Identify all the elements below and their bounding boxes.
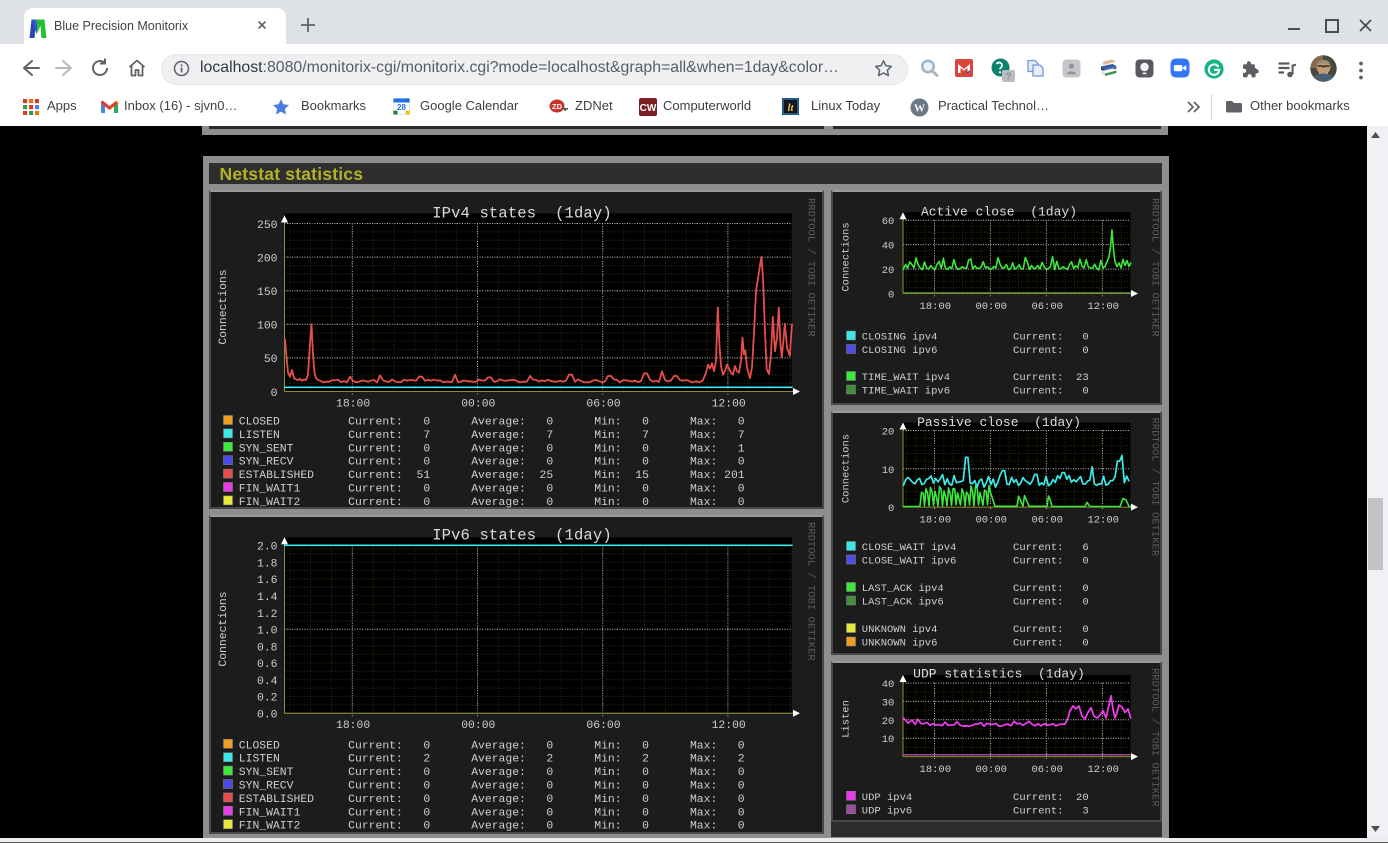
svg-text:200: 200: [257, 253, 278, 265]
svg-text:UDP ipv6 Curren: UDP ipv6 Current: 3: [862, 805, 1089, 817]
svg-text:1.0: 1.0: [257, 626, 278, 638]
svg-text:RRDTOOL / TOBI OETIKER: RRDTOOL / TOBI OETIKER: [805, 198, 817, 337]
svg-text:UNKNOWN ipv4 Curren: UNKNOWN ipv4 Current: 0: [862, 624, 1089, 636]
svg-text:20: 20: [882, 265, 895, 277]
svg-text:40: 40: [882, 679, 895, 691]
svg-text:0.0: 0.0: [257, 710, 278, 722]
svg-text:LAST_ACK ipv4 Curren: LAST_ACK ipv4 Current: 0: [862, 583, 1089, 595]
svg-text:12:00: 12:00: [1087, 764, 1119, 776]
svg-text:IPv6 states (1day): IPv6 states (1day): [432, 527, 612, 545]
svg-text:ESTABLISHED Current: 0: ESTABLISHED Current: 0 Average: 0 Min: 0…: [239, 794, 745, 806]
svg-text:12:00: 12:00: [1087, 514, 1119, 526]
svg-text:UDP ipv4 Curren: UDP ipv4 Current: 20: [862, 792, 1089, 804]
svg-text:18:00: 18:00: [920, 764, 952, 776]
svg-text:00:00: 00:00: [975, 301, 1007, 313]
svg-text:RRDTOOL / TOBI OETIKER: RRDTOOL / TOBI OETIKER: [805, 522, 817, 661]
svg-text:0: 0: [888, 290, 894, 302]
svg-text:LISTEN Current: 7: LISTEN Current: 7 Average: 7 Min: 7 Max:…: [239, 430, 745, 442]
svg-text:CLOSED Current: 0: CLOSED Current: 0 Average: 0 Min: 0 Max:…: [239, 740, 745, 752]
svg-text:UNKNOWN ipv6 Curren: UNKNOWN ipv6 Current: 0: [862, 637, 1089, 649]
svg-text:FIN_WAIT1 Current: 0: FIN_WAIT1 Current: 0 Average: 0 Min: 0 M…: [239, 484, 745, 496]
svg-text:ZD: ZD: [552, 102, 563, 111]
svg-text:06:00: 06:00: [1031, 514, 1063, 526]
svg-text:2.0: 2.0: [257, 542, 278, 554]
svg-text:06:00: 06:00: [586, 398, 620, 410]
svg-text:06:00: 06:00: [1031, 764, 1063, 776]
svg-text:28: 28: [397, 103, 406, 112]
svg-text:LISTEN Current: 2: LISTEN Current: 2 Average: 2 Min: 2 Max:…: [239, 754, 745, 766]
svg-text:UDP statistics (1day): UDP statistics (1day): [913, 667, 1085, 682]
svg-text:RRDTOOL / TOBI OETIKER: RRDTOOL / TOBI OETIKER: [1149, 668, 1161, 807]
svg-text:50: 50: [264, 354, 278, 366]
svg-text:Listen: Listen: [841, 700, 853, 738]
svg-text:Active close (1day): Active close (1day): [921, 205, 1077, 220]
svg-text:SYN_RECV Current: 0: SYN_RECV Current: 0 Average: 0 Min: 0 Ma…: [239, 457, 745, 469]
svg-text:FIN_WAIT1 Current: 0: FIN_WAIT1 Current: 0 Average: 0 Min: 0 M…: [239, 807, 745, 819]
svg-text:TIME_WAIT ipv6 Curren: TIME_WAIT ipv6 Current: 0: [862, 386, 1089, 398]
svg-text:100: 100: [257, 321, 278, 333]
svg-text:CLOSING ipv6 Curren: CLOSING ipv6 Current: 0: [862, 345, 1089, 357]
svg-text:18:00: 18:00: [336, 398, 370, 410]
svg-text:0.8: 0.8: [257, 642, 278, 654]
svg-text:06:00: 06:00: [1031, 301, 1063, 313]
svg-text:Connections: Connections: [218, 591, 230, 666]
svg-text:TIME_WAIT ipv4 Curren: TIME_WAIT ipv4 Current: 23: [862, 372, 1089, 384]
svg-text:CLOSED Current: 0: CLOSED Current: 0 Average: 0 Min: 0 Max:…: [239, 417, 745, 429]
svg-text:12:00: 12:00: [712, 398, 746, 410]
svg-text:0.2: 0.2: [257, 693, 278, 705]
svg-text:LAST_ACK ipv6 Curren: LAST_ACK ipv6 Current: 0: [862, 596, 1089, 608]
svg-text:18:00: 18:00: [336, 720, 370, 732]
svg-text:10: 10: [882, 464, 895, 476]
svg-text:W: W: [914, 103, 925, 115]
svg-text:10: 10: [882, 734, 895, 746]
svg-text:12:00: 12:00: [1087, 301, 1119, 313]
svg-text:0.6: 0.6: [257, 659, 278, 671]
svg-text:CW: CW: [640, 103, 657, 114]
svg-text:40: 40: [882, 241, 895, 253]
svg-text:1.2: 1.2: [257, 609, 278, 621]
svg-text:00:00: 00:00: [461, 398, 495, 410]
svg-text:18:00: 18:00: [920, 301, 952, 313]
svg-text:150: 150: [257, 287, 278, 299]
svg-text:FIN_WAIT2 Current: 0: FIN_WAIT2 Current: 0 Average: 0 Min: 0 M…: [239, 497, 745, 509]
svg-text:IPv4 states (1day): IPv4 states (1day): [432, 205, 612, 223]
svg-text:0: 0: [888, 503, 894, 515]
svg-text:00:00: 00:00: [975, 514, 1007, 526]
svg-text:Connections: Connections: [218, 269, 230, 344]
svg-text:0: 0: [271, 388, 278, 400]
svg-text:Passive close (1day): Passive close (1day): [917, 415, 1081, 430]
svg-text:18:00: 18:00: [920, 514, 952, 526]
svg-text:CLOSING ipv4 Curren: CLOSING ipv4 Current: 0: [862, 332, 1089, 344]
svg-text:CLOSE_WAIT ipv4 Curren: CLOSE_WAIT ipv4 Current: 6: [862, 542, 1089, 554]
svg-text:SYN_RECV Current: 0: SYN_RECV Current: 0 Average: 0 Min: 0 Ma…: [239, 781, 745, 793]
svg-text:SYN_SENT Current: 0: SYN_SENT Current: 0 Average: 0 Min: 0 Ma…: [239, 767, 745, 779]
svg-text:RRDTOOL / TOBI OETIKER: RRDTOOL / TOBI OETIKER: [1149, 198, 1161, 337]
svg-text:30: 30: [882, 697, 895, 709]
svg-text:250: 250: [257, 220, 278, 232]
svg-text:60: 60: [882, 216, 895, 228]
svg-text:RRDTOOL / TOBI OETIKER: RRDTOOL / TOBI OETIKER: [1149, 417, 1161, 556]
svg-text:00:00: 00:00: [461, 720, 495, 732]
svg-text:20: 20: [882, 716, 895, 728]
svg-text:FIN_WAIT2 Current: 0: FIN_WAIT2 Current: 0 Average: 0 Min: 0 M…: [239, 821, 745, 833]
svg-text:?: ?: [1005, 72, 1011, 83]
svg-text:SYN_SENT Current: 0: SYN_SENT Current: 0 Average: 0 Min: 0 Ma…: [239, 443, 745, 455]
svg-text:Connections: Connections: [841, 222, 853, 291]
svg-text:0.4: 0.4: [257, 676, 278, 688]
svg-text:06:00: 06:00: [586, 720, 620, 732]
svg-text:1.6: 1.6: [257, 575, 278, 587]
svg-text:00:00: 00:00: [975, 764, 1007, 776]
svg-text:CLOSE_WAIT ipv6 Curren: CLOSE_WAIT ipv6 Current: 0: [862, 555, 1089, 567]
svg-text:ESTABLISHED Current: 51: ESTABLISHED Current: 51 Average: 25 Min:…: [239, 470, 745, 482]
svg-text:Connections: Connections: [841, 433, 853, 502]
svg-text:20: 20: [882, 426, 895, 438]
svg-text:12:00: 12:00: [712, 720, 746, 732]
svg-text:1.4: 1.4: [257, 592, 278, 604]
svg-text:lt: lt: [787, 102, 794, 114]
svg-text:1.8: 1.8: [257, 558, 278, 570]
